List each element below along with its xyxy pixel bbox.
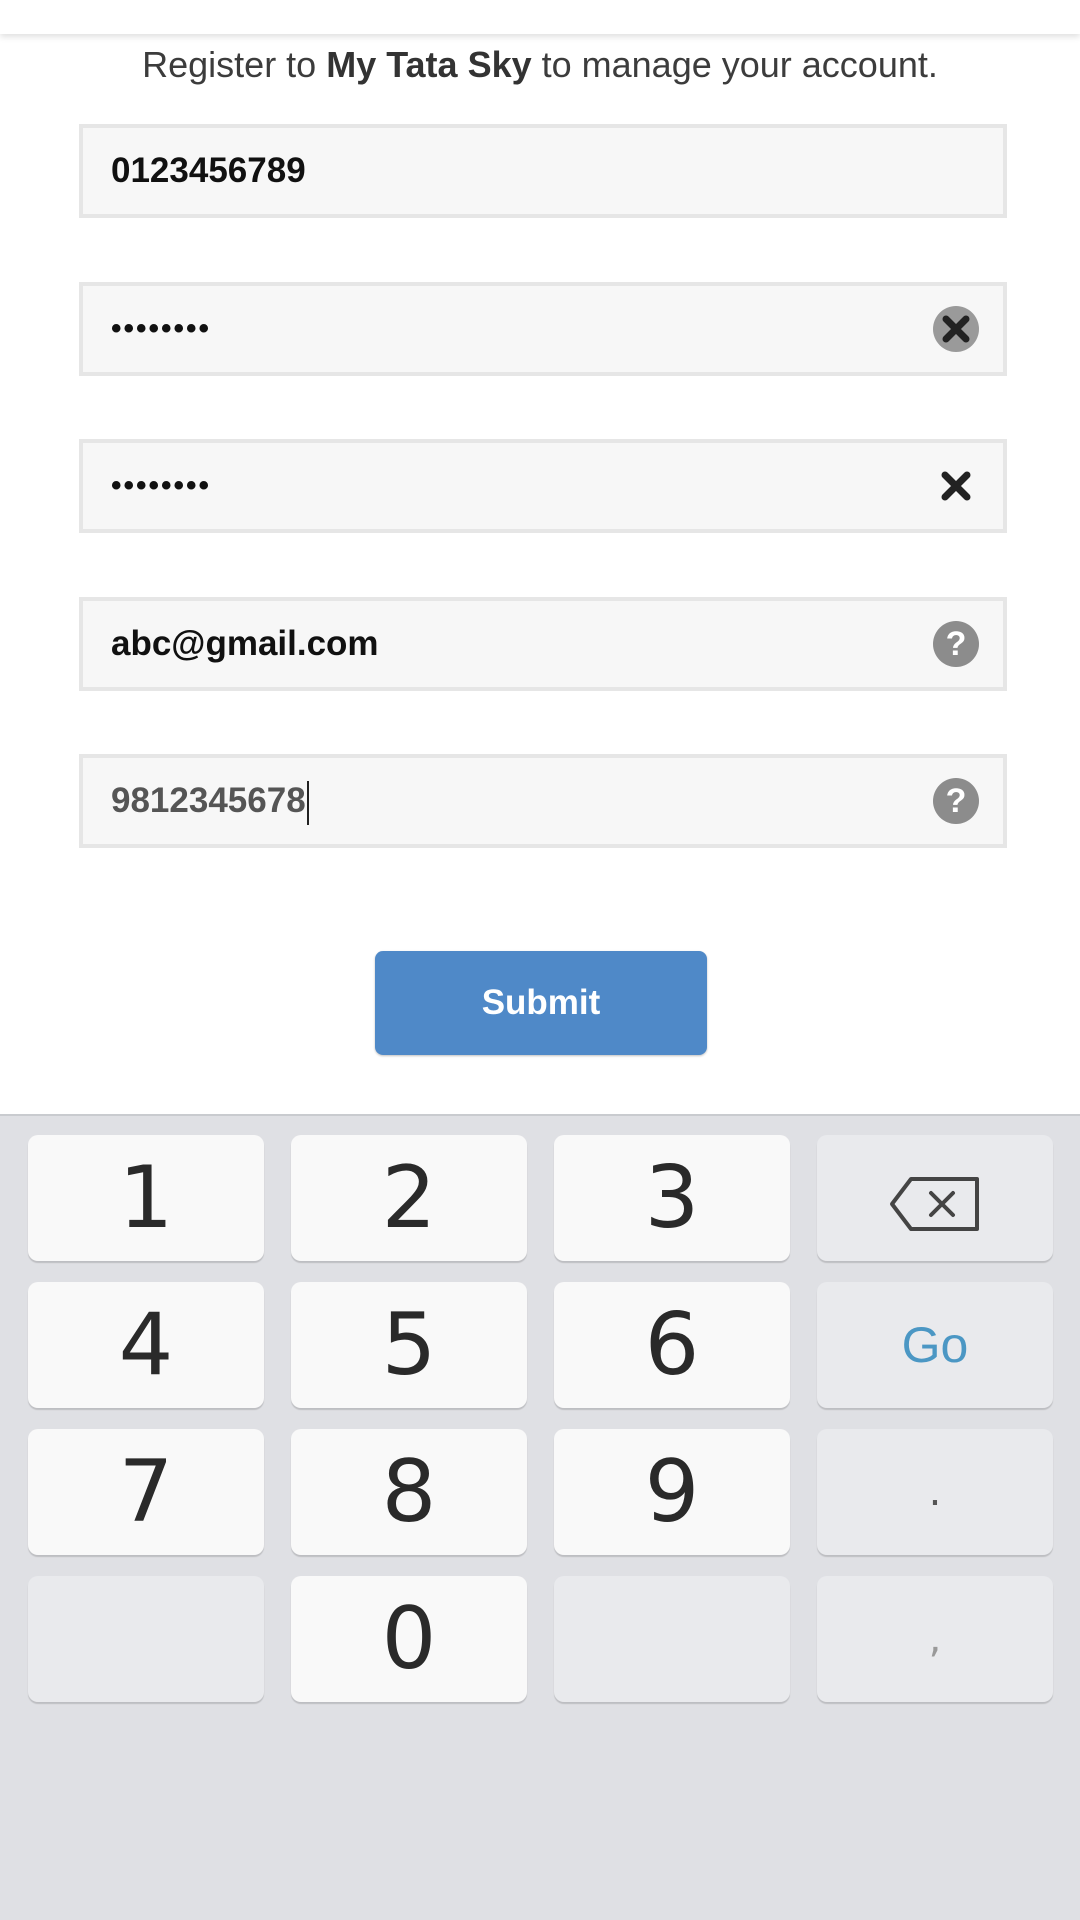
intro-text: Register to My Tata Sky to manage your a… xyxy=(0,40,1080,90)
email-value: abc@gmail.com xyxy=(111,624,379,663)
key-3[interactable]: 3 xyxy=(554,1135,790,1261)
register-screen: Register to My Tata Sky to manage your a… xyxy=(0,0,1080,1920)
key-6[interactable]: 6 xyxy=(554,1282,790,1408)
intro-prefix: Register to xyxy=(142,44,327,85)
key-2[interactable]: 2 xyxy=(291,1135,527,1261)
password-field[interactable]: •••••••• xyxy=(79,282,1007,376)
email-field[interactable]: abc@gmail.com ? xyxy=(79,597,1007,691)
go-key[interactable]: Go xyxy=(817,1282,1053,1408)
confirm-password-value: •••••••• xyxy=(111,469,212,502)
mobile-value-text: 9812345678 xyxy=(111,781,306,820)
subscriber-id-field[interactable]: 0123456789 xyxy=(79,124,1007,218)
confirm-password-field[interactable]: •••••••• xyxy=(79,439,1007,533)
help-icon[interactable]: ? xyxy=(933,778,979,824)
key-8[interactable]: 8 xyxy=(291,1429,527,1555)
close-icon[interactable] xyxy=(933,306,979,352)
key-5[interactable]: 5 xyxy=(291,1282,527,1408)
intro-suffix: to manage your account. xyxy=(531,44,938,85)
key-1[interactable]: 1 xyxy=(28,1135,264,1261)
mobile-field[interactable]: 9812345678 ? xyxy=(79,754,1007,848)
key-4[interactable]: 4 xyxy=(28,1282,264,1408)
key-0[interactable]: 0 xyxy=(291,1576,527,1702)
help-icon[interactable]: ? xyxy=(933,621,979,667)
mobile-value: 9812345678 xyxy=(111,758,309,844)
key-7[interactable]: 7 xyxy=(28,1429,264,1555)
password-value: •••••••• xyxy=(111,312,212,345)
key-9[interactable]: 9 xyxy=(554,1429,790,1555)
app-bar xyxy=(0,0,1080,34)
comma-key[interactable]: , xyxy=(817,1576,1053,1702)
submit-button[interactable]: Submit xyxy=(375,951,707,1055)
subscriber-id-value: 0123456789 xyxy=(111,151,306,190)
period-key[interactable]: . xyxy=(817,1429,1053,1555)
numeric-keyboard: 1 2 3 4 5 6 Go 7 8 9 . 0 , xyxy=(0,1114,1080,1920)
text-caret xyxy=(306,780,309,825)
intro-brand: My Tata Sky xyxy=(326,44,532,85)
backspace-key[interactable] xyxy=(817,1135,1053,1261)
blank-key-right[interactable] xyxy=(554,1576,790,1702)
backspace-icon xyxy=(889,1176,981,1232)
blank-key-left[interactable] xyxy=(28,1576,264,1702)
close-icon[interactable] xyxy=(933,463,979,509)
